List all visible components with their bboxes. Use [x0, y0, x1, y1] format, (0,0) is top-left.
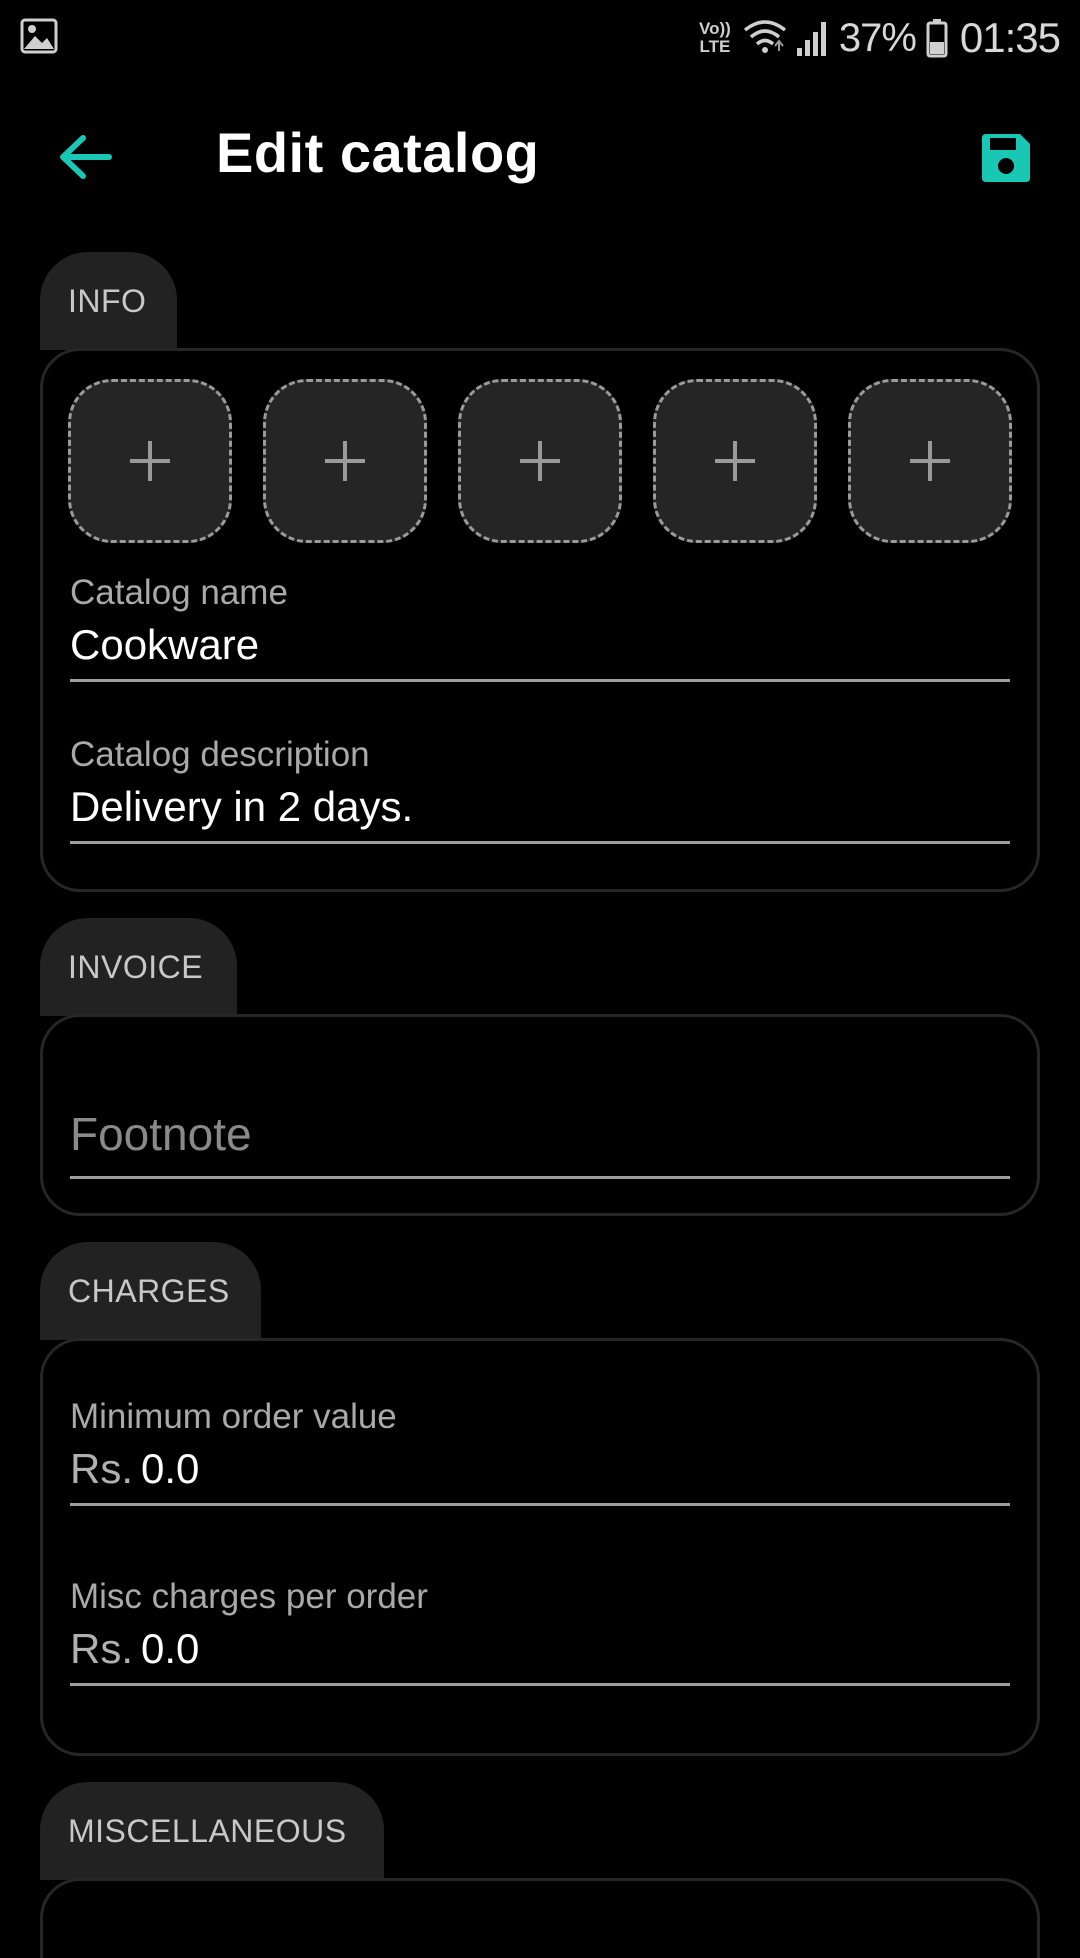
lte-label: LTE — [699, 37, 731, 56]
plus-icon — [130, 441, 170, 481]
misc-charges-underline — [70, 1683, 1010, 1686]
app-bar: Edit catalog — [0, 72, 1080, 240]
image-slots — [68, 379, 1012, 543]
misc-charges-value: 0.0 — [141, 1625, 200, 1672]
miscellaneous-section: MISCELLANEOUS — [40, 1782, 1040, 1958]
status-clock: 01:35 — [959, 14, 1061, 61]
miscellaneous-section-tab: MISCELLANEOUS — [40, 1782, 384, 1880]
minimum-order-value: 0.0 — [141, 1445, 200, 1492]
save-button[interactable] — [972, 124, 1040, 192]
wifi-icon — [743, 20, 786, 53]
page-title: Edit catalog — [216, 121, 540, 184]
signal-strength-icon — [796, 22, 826, 56]
invoice-section-tab: INVOICE — [40, 918, 237, 1016]
charges-section: CHARGES Minimum order value Rs. 0.0 Misc … — [40, 1242, 1040, 1762]
back-button[interactable] — [50, 122, 120, 192]
currency-prefix: Rs. — [70, 1625, 133, 1672]
add-image-slot-4[interactable] — [653, 379, 817, 543]
volte-label: Vo)) — [699, 19, 731, 38]
minimum-order-value-underline — [70, 1503, 1010, 1506]
charges-section-tab: CHARGES — [40, 1242, 261, 1340]
add-image-slot-3[interactable] — [458, 379, 622, 543]
gallery-notification-icon — [20, 18, 58, 54]
catalog-description-input[interactable]: Delivery in 2 days. — [70, 783, 1010, 831]
invoice-section: INVOICE Footnote — [40, 918, 1040, 1218]
miscellaneous-card — [40, 1878, 1040, 1958]
plus-icon — [325, 441, 365, 481]
misc-charges-field[interactable]: Misc charges per order Rs. 0.0 — [70, 1577, 1010, 1687]
footnote-underline — [70, 1176, 1010, 1179]
catalog-name-input[interactable]: Cookware — [70, 621, 1010, 669]
catalog-name-underline — [70, 679, 1010, 682]
battery-percent: 37% — [838, 15, 917, 60]
catalog-description-field[interactable]: Catalog description Delivery in 2 days. — [70, 735, 1010, 845]
add-image-slot-2[interactable] — [263, 379, 427, 543]
save-icon — [982, 134, 1030, 182]
misc-charges-label: Misc charges per order — [70, 1577, 428, 1616]
misc-charges-input[interactable]: Rs. 0.0 — [70, 1625, 1010, 1673]
charges-card: Minimum order value Rs. 0.0 Misc charges … — [40, 1338, 1040, 1756]
footnote-field[interactable]: Footnote — [70, 1107, 1010, 1179]
minimum-order-value-field[interactable]: Minimum order value Rs. 0.0 — [70, 1397, 1010, 1507]
info-section: INFO Catalog name Cookware Catalog descr… — [40, 252, 1040, 892]
invoice-card: Footnote — [40, 1014, 1040, 1216]
currency-prefix: Rs. — [70, 1445, 133, 1492]
catalog-name-field[interactable]: Catalog name Cookware — [70, 573, 1010, 683]
plus-icon — [520, 441, 560, 481]
volte-indicator: Vo)) LTE — [699, 20, 731, 56]
catalog-description-label: Catalog description — [70, 735, 370, 774]
battery-icon — [926, 19, 948, 58]
add-image-slot-1[interactable] — [68, 379, 232, 543]
catalog-name-label: Catalog name — [70, 573, 288, 612]
catalog-description-underline — [70, 841, 1010, 844]
minimum-order-value-input[interactable]: Rs. 0.0 — [70, 1445, 1010, 1493]
status-indicators: Vo)) LTE 37% 01:35 — [699, 8, 1061, 68]
info-section-tab: INFO — [40, 252, 177, 350]
footnote-input[interactable]: Footnote — [70, 1107, 1010, 1161]
arrow-back-icon — [60, 135, 112, 179]
info-card: Catalog name Cookware Catalog descriptio… — [40, 348, 1040, 892]
minimum-order-value-label: Minimum order value — [70, 1397, 397, 1436]
plus-icon — [715, 441, 755, 481]
add-image-slot-5[interactable] — [848, 379, 1012, 543]
status-bar: Vo)) LTE 37% 01:35 — [0, 0, 1080, 72]
plus-icon — [910, 441, 950, 481]
